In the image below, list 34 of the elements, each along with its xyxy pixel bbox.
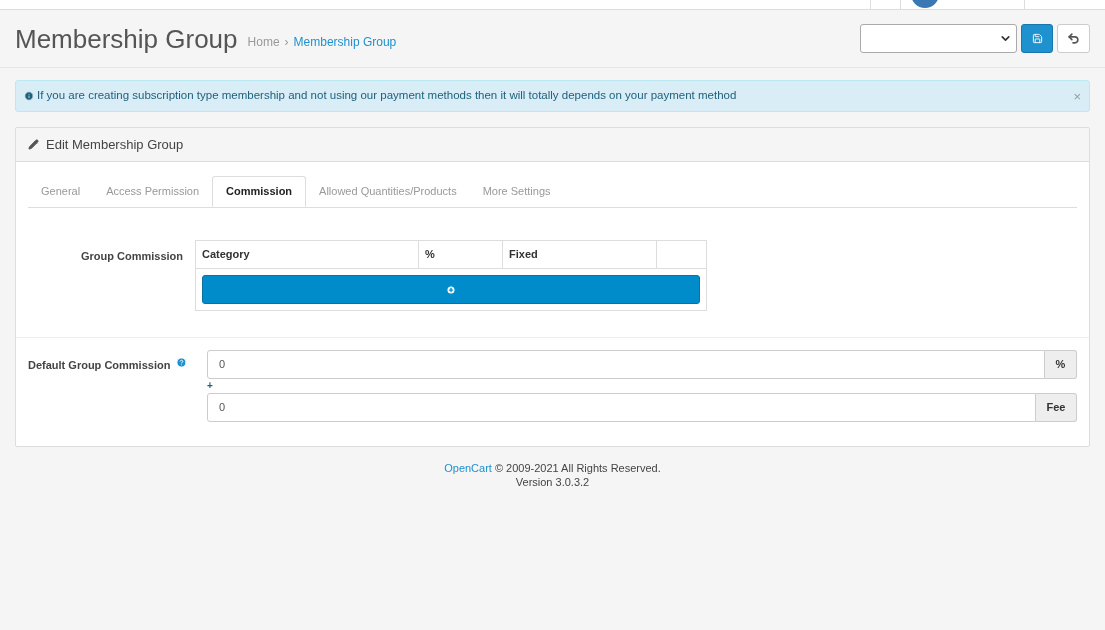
- plus-sign: +: [207, 379, 214, 393]
- save-icon: [1031, 33, 1043, 44]
- undo-icon: [1067, 32, 1080, 45]
- panel-title: Edit Membership Group: [46, 135, 184, 154]
- percent-input[interactable]: 0: [207, 350, 1045, 379]
- column-header: Category: [201, 247, 251, 263]
- tab[interactable]: Access Permission: [93, 176, 213, 207]
- pencil-icon: [28, 139, 39, 150]
- field-label: Default Group Commission: [28, 358, 171, 373]
- column-header: %: [418, 241, 502, 268]
- tab[interactable]: Commission: [212, 176, 307, 207]
- fee-addon: Fee: [1036, 393, 1077, 422]
- page-title: Membership Group: [15, 25, 238, 52]
- fee-input[interactable]: 0: [207, 393, 1036, 422]
- breadcrumb-link[interactable]: Home: [247, 32, 280, 51]
- breadcrumb-separator: ›: [284, 33, 289, 51]
- tab[interactable]: General: [28, 176, 94, 207]
- version-text: Version 3.0.3.2: [515, 475, 590, 489]
- percent-addon: %: [1045, 350, 1077, 379]
- close-button[interactable]: ×: [1073, 89, 1081, 103]
- info-icon: [24, 91, 34, 101]
- breadcrumb-link[interactable]: Membership Group: [293, 32, 397, 51]
- select-dropdown[interactable]: [860, 24, 1017, 53]
- column-header: Fixed: [502, 241, 656, 268]
- back-button[interactable]: [1057, 24, 1090, 53]
- tab[interactable]: Allowed Quantities/Products: [306, 176, 470, 207]
- plus-circle-icon: [446, 284, 456, 295]
- opencart-link[interactable]: OpenCart: [444, 461, 492, 475]
- save-button[interactable]: [1021, 24, 1053, 53]
- copyright-text: © 2009-2021 All Rights Reserved.: [494, 461, 661, 475]
- alert-text: If you are creating subscription type membership and not using our payment methods then it will totally depends on your payment method: [37, 88, 737, 104]
- tab[interactable]: More Settings: [469, 176, 564, 207]
- help-icon: [176, 357, 188, 368]
- field-label: Group Commission: [79, 249, 184, 264]
